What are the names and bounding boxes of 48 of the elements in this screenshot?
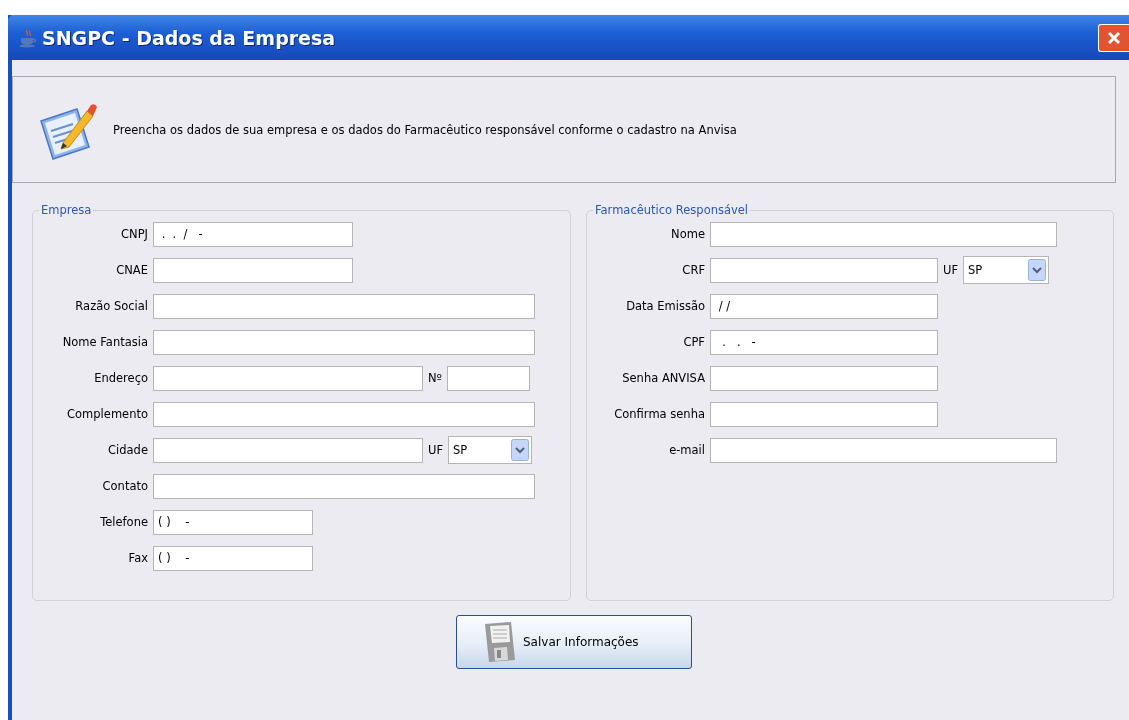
field-label: Cidade <box>107 443 148 457</box>
field-label: Complemento <box>66 407 148 421</box>
field-label: Data Emissão <box>625 299 705 313</box>
group-title: Farmacêutico Responsável <box>594 203 750 217</box>
field-label: Nº <box>428 371 443 385</box>
close-icon <box>1107 30 1121 45</box>
text-field[interactable] <box>153 257 353 283</box>
field-label: CPF <box>682 335 705 349</box>
field-label: Nome <box>670 227 705 241</box>
text-field[interactable] <box>710 401 938 427</box>
field-label: Confirma senha <box>613 407 705 421</box>
field-label: Fax <box>127 551 148 565</box>
text-field[interactable] <box>153 329 535 355</box>
field-label: Endereço <box>93 371 148 385</box>
field-label: UF <box>943 263 959 277</box>
window-title: SNGPC - Dados da Empresa <box>42 26 337 49</box>
text-field[interactable] <box>710 221 1057 247</box>
text-field[interactable] <box>153 365 423 391</box>
state-dropdown[interactable]: SP <box>963 256 1050 284</box>
text-field[interactable]: / / <box>710 293 938 319</box>
group-title: Empresa <box>40 203 93 217</box>
text-field[interactable] <box>153 473 535 499</box>
field-label: Senha ANVISA <box>621 371 705 385</box>
text-field[interactable] <box>153 401 535 427</box>
text-field[interactable]: ( ) - <box>153 509 313 535</box>
field-label: Nome Fantasia <box>61 335 148 349</box>
text-field[interactable] <box>447 365 531 391</box>
coffee-cup-icon <box>18 27 38 48</box>
text-field[interactable] <box>153 437 423 463</box>
field-label: UF <box>428 443 444 457</box>
text-field[interactable]: . . / - <box>153 221 353 247</box>
text-field[interactable] <box>153 293 535 319</box>
text-field[interactable]: ( ) - <box>153 545 313 571</box>
field-label: Contato <box>101 479 148 493</box>
field-label: CRF <box>681 263 705 277</box>
save-button[interactable]: Salvar Informações <box>456 615 692 669</box>
text-field[interactable] <box>710 257 938 283</box>
text-field[interactable] <box>710 437 1057 463</box>
state-dropdown[interactable]: SP <box>448 436 533 464</box>
field-label: Telefone <box>99 515 148 529</box>
text-field[interactable]: . . - <box>710 329 938 355</box>
field-label: CNPJ <box>120 227 148 241</box>
field-label: CNAE <box>115 263 148 277</box>
instruction-text: Preencha os dados de sua empresa e os dados do Farmacêutico responsável conforme o cadastro na Anvisa <box>113 122 737 137</box>
field-label: e-mail <box>668 443 705 457</box>
field-label: Razão Social <box>74 299 148 313</box>
text-field[interactable] <box>710 365 938 391</box>
close-button[interactable] <box>1098 23 1129 52</box>
